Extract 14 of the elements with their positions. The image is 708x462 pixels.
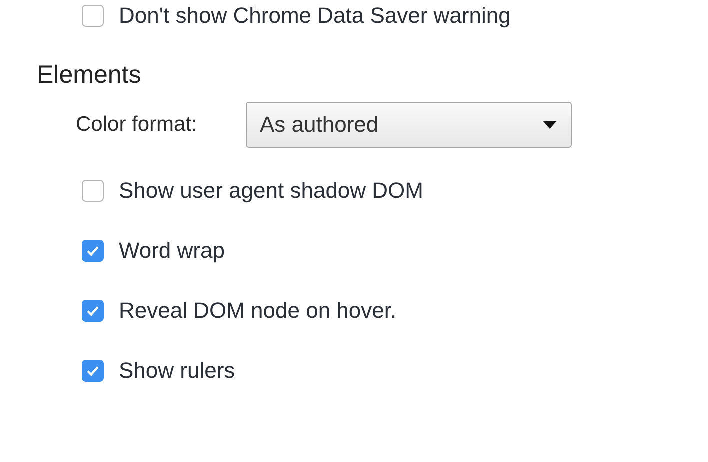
color-format-dropdown[interactable]: As authored: [246, 102, 572, 148]
checkbox-label: Show rulers: [119, 358, 236, 384]
checkbox[interactable]: [82, 180, 104, 202]
checkbox[interactable]: [82, 300, 104, 322]
checkbox[interactable]: [82, 240, 104, 262]
checkbox[interactable]: [82, 360, 104, 382]
checkbox-label: Don't show Chrome Data Saver warning: [119, 3, 511, 29]
checkbox-label: Show user agent shadow DOM: [119, 178, 424, 204]
checkbox[interactable]: [82, 5, 104, 27]
color-format-label: Color format:: [76, 113, 198, 137]
section-heading: Elements: [37, 61, 142, 91]
checkbox-label: Reveal DOM node on hover.: [119, 298, 397, 324]
checkbox-label: Word wrap: [119, 238, 225, 264]
dropdown-caret-icon: [543, 121, 557, 129]
